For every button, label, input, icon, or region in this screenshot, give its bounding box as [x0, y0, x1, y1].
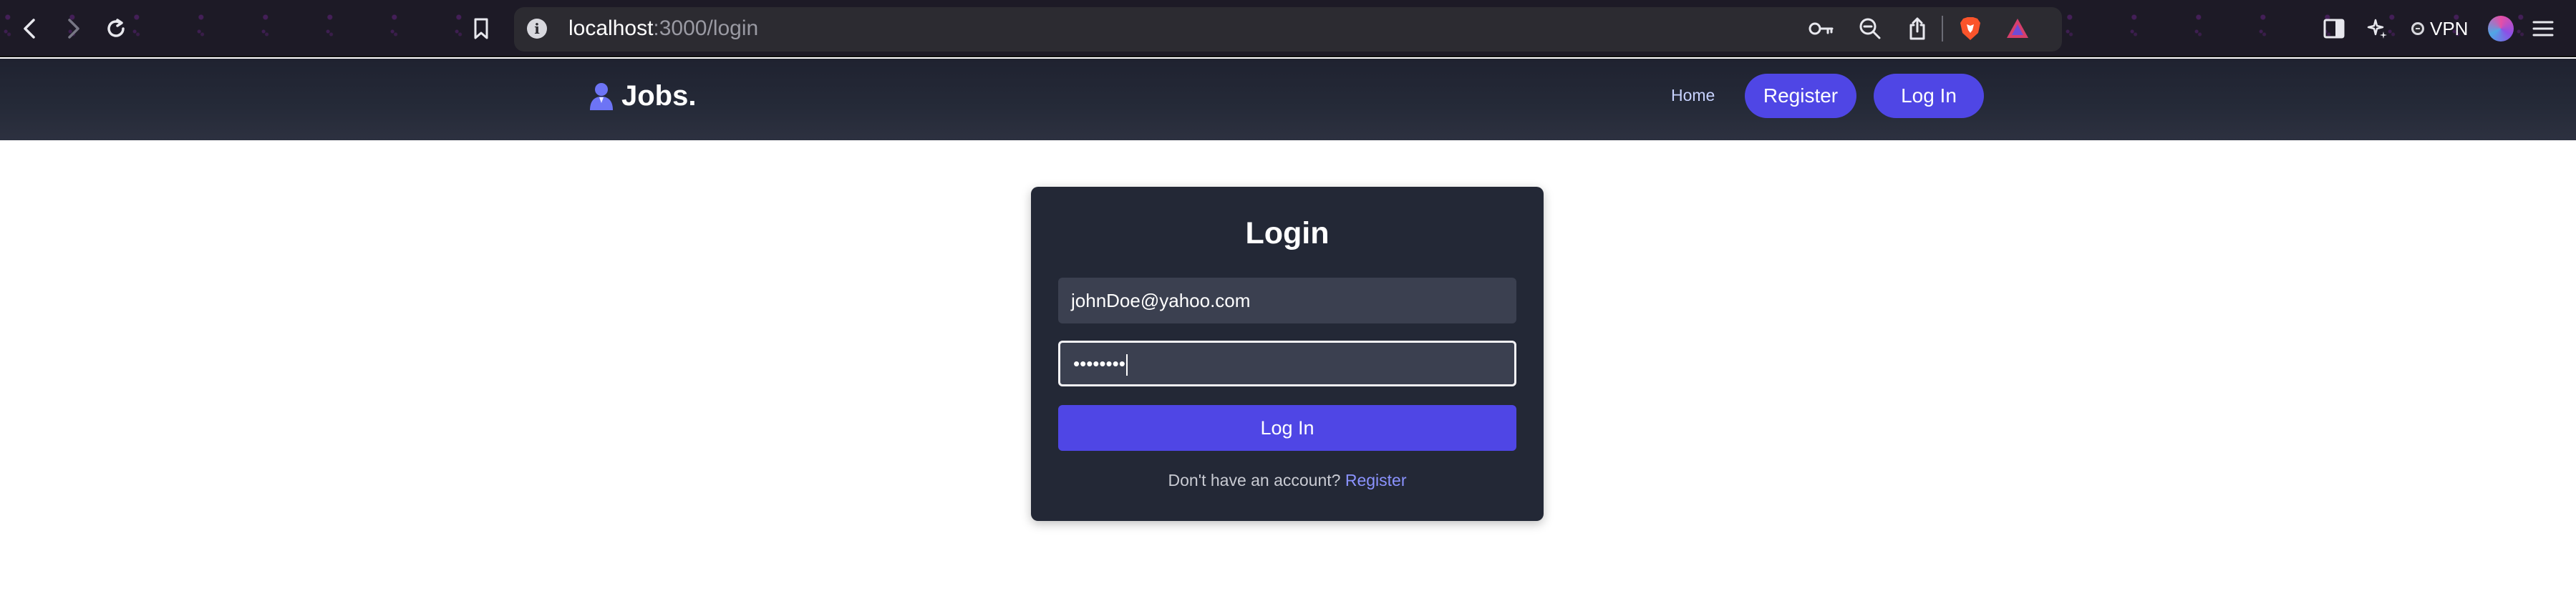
email-value: johnDoe@yahoo.com [1071, 290, 1251, 311]
zoom-icon[interactable] [1854, 13, 1886, 44]
sidebar-icon[interactable] [2318, 13, 2350, 44]
url-text[interactable]: localhost:3000/login [568, 14, 758, 43]
reload-icon[interactable] [100, 13, 132, 44]
vpn-label: VPN [2430, 17, 2469, 39]
brave-rewards-icon[interactable] [2002, 13, 2033, 44]
site-navbar [0, 59, 2576, 140]
brand-logo[interactable]: Jobs. [589, 77, 696, 114]
profile-avatar-icon[interactable] [2488, 16, 2514, 42]
email-field[interactable]: johnDoe@yahoo.com [1058, 278, 1516, 323]
brand-name: Jobs. [621, 79, 697, 112]
vpn-button[interactable]: VPN [2411, 16, 2468, 42]
url-host: localhost [568, 16, 654, 40]
nav-login-button[interactable]: Log In [1874, 74, 1984, 118]
bookmark-icon[interactable] [465, 13, 497, 44]
nav-home-link[interactable]: Home [1671, 84, 1715, 106]
register-prompt: Don't have an account? Register [1031, 469, 1544, 491]
login-submit-button[interactable]: Log In [1058, 405, 1516, 451]
text-caret [1125, 354, 1128, 376]
nav-register-button[interactable]: Register [1745, 74, 1856, 118]
user-icon [590, 83, 613, 110]
login-card: Login johnDoe@yahoo.com •••••••• Log In … [1031, 187, 1544, 521]
menu-icon[interactable] [2527, 13, 2559, 44]
register-prompt-text: Don't have an account? [1168, 471, 1341, 489]
vpn-icon [2411, 22, 2424, 35]
login-title: Login [1245, 216, 1330, 250]
password-field[interactable]: •••••••• [1058, 341, 1516, 386]
key-icon[interactable] [1806, 13, 1837, 44]
info-icon[interactable]: i [527, 19, 547, 39]
leo-ai-icon[interactable] [2361, 13, 2393, 44]
forward-arrow-icon[interactable] [57, 13, 89, 44]
url-path: :3000/login [653, 16, 759, 40]
brave-shield-icon[interactable] [1955, 13, 1986, 44]
back-arrow-icon[interactable] [14, 13, 46, 44]
register-link[interactable]: Register [1345, 471, 1407, 489]
toolbar-divider [1942, 16, 1943, 42]
share-icon[interactable] [1902, 13, 1933, 44]
password-value: •••••••• [1073, 353, 1125, 374]
